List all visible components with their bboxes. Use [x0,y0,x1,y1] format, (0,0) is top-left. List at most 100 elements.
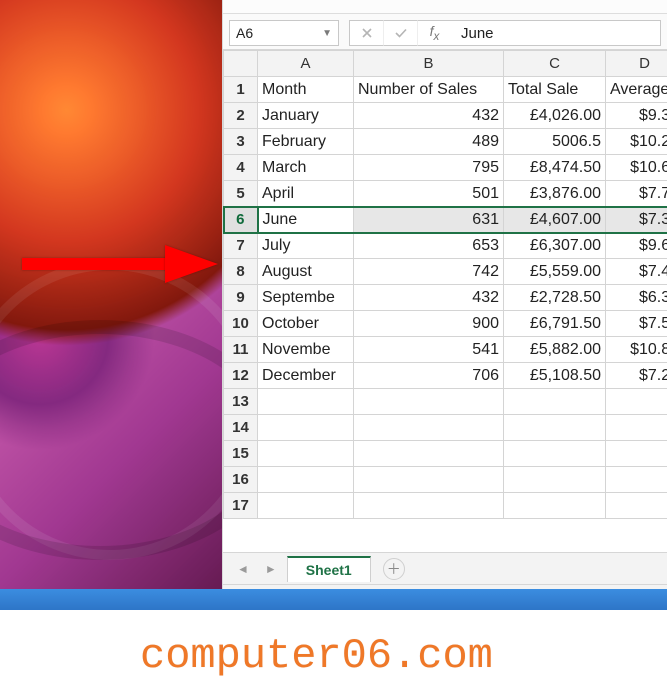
cell[interactable]: $7.55 [606,311,667,337]
cell[interactable]: $7.49 [606,259,667,285]
cell[interactable] [606,441,667,467]
cell[interactable]: £4,026.00 [504,103,606,129]
cell[interactable]: £5,882.00 [504,337,606,363]
row-header[interactable]: 12 [224,363,258,389]
col-header-D[interactable]: D [606,51,667,77]
cell[interactable]: £8,474.50 [504,155,606,181]
cell[interactable]: Average [606,77,667,103]
cell[interactable]: $7.24 [606,363,667,389]
cell[interactable]: $10.87 [606,337,667,363]
select-all-corner[interactable] [224,51,258,77]
row-header[interactable]: 17 [224,493,258,519]
cell[interactable]: 631 [354,207,504,233]
row-header[interactable]: 2 [224,103,258,129]
windows-taskbar[interactable] [0,589,667,611]
cell[interactable]: August [258,259,354,285]
cell[interactable] [354,441,504,467]
cell[interactable]: $9.32 [606,103,667,129]
cancel-button[interactable] [349,20,383,46]
cell[interactable] [258,389,354,415]
enter-button[interactable] [383,20,417,46]
cell[interactable]: $10.24 [606,129,667,155]
cell[interactable] [606,415,667,441]
cell[interactable] [504,467,606,493]
cell[interactable] [258,415,354,441]
cell[interactable]: 653 [354,233,504,259]
row-header[interactable]: 11 [224,337,258,363]
sheet-tab-active[interactable]: Sheet1 [287,556,371,582]
cell[interactable]: 432 [354,103,504,129]
row-header[interactable]: 15 [224,441,258,467]
row-header[interactable]: 1 [224,77,258,103]
cell[interactable]: Novembe [258,337,354,363]
cell[interactable]: February [258,129,354,155]
row-header[interactable]: 14 [224,415,258,441]
cell[interactable]: October [258,311,354,337]
cell[interactable]: 5006.5 [504,129,606,155]
row-header[interactable]: 4 [224,155,258,181]
cell[interactable]: £6,791.50 [504,311,606,337]
cell[interactable] [504,389,606,415]
cell[interactable]: January [258,103,354,129]
cell[interactable]: $10.66 [606,155,667,181]
cell[interactable]: £3,876.00 [504,181,606,207]
cell[interactable]: 541 [354,337,504,363]
cell[interactable]: £5,559.00 [504,259,606,285]
sheet-nav-next-icon[interactable]: ► [259,562,283,576]
row-header[interactable]: 9 [224,285,258,311]
cell[interactable]: 706 [354,363,504,389]
name-box-dropdown-icon[interactable]: ▼ [322,28,332,39]
cell[interactable]: £4,607.00 [504,207,606,233]
cell[interactable]: $6.32 [606,285,667,311]
col-header-B[interactable]: B [354,51,504,77]
row-header[interactable]: 8 [224,259,258,285]
col-header-A[interactable]: A [258,51,354,77]
row-header[interactable]: 16 [224,467,258,493]
cell[interactable]: March [258,155,354,181]
cell[interactable] [606,389,667,415]
cell[interactable]: Septembe [258,285,354,311]
row-header[interactable]: 6 [224,207,258,233]
row-header[interactable]: 7 [224,233,258,259]
formula-bar-input[interactable]: June [451,20,661,46]
add-sheet-button[interactable]: ＋ [383,558,405,580]
cell[interactable]: 795 [354,155,504,181]
cell[interactable]: 501 [354,181,504,207]
cell[interactable] [504,493,606,519]
cell[interactable]: $7.30 [606,207,667,233]
col-header-C[interactable]: C [504,51,606,77]
cell[interactable] [354,467,504,493]
cell[interactable]: Number of Sales [354,77,504,103]
cell[interactable] [504,441,606,467]
cell[interactable]: £2,728.50 [504,285,606,311]
cell[interactable] [258,441,354,467]
cell[interactable]: December [258,363,354,389]
cell[interactable]: July [258,233,354,259]
cell[interactable]: 432 [354,285,504,311]
cell[interactable]: $9.66 [606,233,667,259]
row-header[interactable]: 3 [224,129,258,155]
row-header[interactable]: 10 [224,311,258,337]
cell[interactable]: £6,307.00 [504,233,606,259]
cell[interactable]: June [258,207,354,233]
cell[interactable] [606,467,667,493]
cell[interactable]: Total Sale [504,77,606,103]
cell[interactable]: £5,108.50 [504,363,606,389]
spreadsheet-grid[interactable]: A B C D 1MonthNumber of SalesTotal SaleA… [223,50,667,552]
cell[interactable] [354,389,504,415]
row-header[interactable]: 5 [224,181,258,207]
sheet-nav-prev-icon[interactable]: ◄ [231,562,255,576]
cell[interactable]: April [258,181,354,207]
cell[interactable] [354,493,504,519]
name-box[interactable]: A6 ▼ [229,20,339,46]
row-header[interactable]: 13 [224,389,258,415]
cell[interactable]: 742 [354,259,504,285]
cell[interactable] [258,467,354,493]
cell[interactable]: $7.74 [606,181,667,207]
cell[interactable]: 900 [354,311,504,337]
cell[interactable]: 489 [354,129,504,155]
insert-function-button[interactable]: fx [417,20,451,46]
cell[interactable]: Month [258,77,354,103]
cell[interactable] [258,493,354,519]
cell[interactable] [354,415,504,441]
